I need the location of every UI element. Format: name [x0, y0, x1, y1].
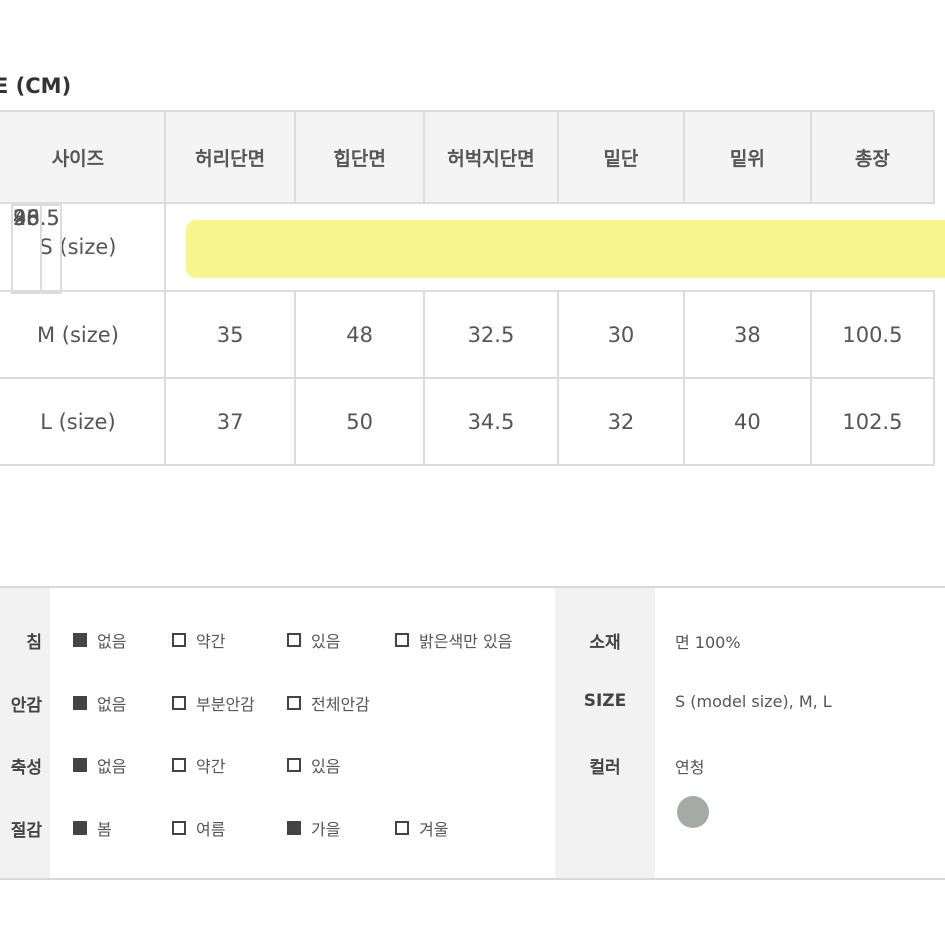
checkbox-empty-icon [287, 633, 301, 647]
row-size-label: M (size) [0, 290, 166, 379]
option-label: 밝은색만 있음 [419, 632, 513, 651]
color-swatch [677, 796, 709, 828]
table-row: M (size) 35 48 32.5 30 38 100.5 [0, 290, 936, 379]
cell-rise: 38 [682, 290, 812, 379]
attr-label: 침 [26, 633, 42, 653]
option: 밝은색만 있음 [395, 628, 512, 652]
checkbox-checked-icon [73, 696, 87, 710]
option-label: 없음 [97, 695, 127, 714]
attribute-options: 없음 약간 있음 밝은색만 있음 없음 부분안감 전체안감 없음 약간 있음 봄… [50, 588, 555, 878]
color-label: 컬러 [589, 758, 621, 778]
color-value: 연청 [675, 758, 705, 777]
cell-hip: 48 [294, 290, 425, 379]
option-label: 전체안감 [311, 695, 370, 714]
attr-label: 축성 [10, 758, 42, 778]
option-label: 없음 [97, 632, 127, 651]
option: 전체안감 [287, 691, 370, 715]
checkbox-empty-icon [172, 758, 186, 772]
material-label: 소재 [589, 633, 621, 653]
product-info-label-column: 소재 SIZE 컬러 [555, 588, 655, 878]
cell-waist: 37 [163, 377, 297, 466]
checkbox-checked-icon [73, 633, 87, 647]
option-label: 여름 [196, 820, 226, 839]
table-row: S (size) 33 46 30.5 28 36 98.5 [0, 202, 934, 294]
table-row: L (size) 37 50 34.5 32 40 102.5 [0, 377, 936, 466]
attribute-label-column: 침 안감 축성 절감 [0, 588, 50, 878]
cell-hip: 50 [294, 377, 425, 466]
option: 약간 [172, 628, 225, 652]
option: 약간 [172, 753, 225, 777]
option-label: 약간 [196, 757, 226, 776]
option: 봄 [73, 816, 112, 840]
cell-waist: 35 [163, 290, 297, 379]
option: 없음 [73, 628, 126, 652]
option: 여름 [172, 816, 225, 840]
header-waist: 허리단면 [163, 110, 297, 204]
header-thigh: 허벅지단면 [422, 110, 559, 204]
size-table: 사이즈 허리단면 힙단면 허벅지단면 밑단 밑위 총장 S (size) 33 … [0, 110, 936, 466]
product-info-value-column: 면 100% S (model size), M, L 연청 [655, 588, 945, 878]
header-size: 사이즈 [0, 110, 166, 204]
checkbox-empty-icon [287, 758, 301, 772]
cell-length: 100.5 [809, 290, 936, 379]
size-table-header-row: 사이즈 허리단면 힙단면 허벅지단면 밑단 밑위 총장 [0, 110, 936, 204]
cell-rise: 40 [682, 377, 812, 466]
option: 겨울 [395, 816, 448, 840]
header-length: 총장 [809, 110, 936, 204]
cell-thigh: 32.5 [422, 290, 559, 379]
cell-hem: 30 [556, 290, 685, 379]
option: 부분안감 [172, 691, 255, 715]
product-attributes-panel: 침 안감 축성 절감 없음 약간 있음 밝은색만 있음 없음 부분안감 전체안감… [0, 586, 945, 880]
row-size-label: L (size) [0, 377, 166, 466]
attr-label: 절감 [10, 821, 42, 841]
header-hem: 밑단 [556, 110, 685, 204]
option-label: 부분안감 [196, 695, 255, 714]
checkbox-empty-icon [395, 633, 409, 647]
option: 없음 [73, 753, 126, 777]
size-label: SIZE [583, 691, 627, 711]
checkbox-empty-icon [172, 633, 186, 647]
option: 있음 [287, 628, 340, 652]
option: 있음 [287, 753, 340, 777]
option-label: 가을 [311, 820, 341, 839]
attr-label: 안감 [10, 696, 42, 716]
cell-length: 98.5 [11, 204, 62, 294]
header-rise: 밑위 [682, 110, 812, 204]
option: 가을 [287, 816, 340, 840]
option-label: 약간 [196, 632, 226, 651]
checkbox-empty-icon [172, 821, 186, 835]
cell-thigh: 34.5 [422, 377, 559, 466]
header-hip: 힙단면 [294, 110, 425, 204]
checkbox-empty-icon [287, 696, 301, 710]
option-label: 봄 [97, 820, 112, 839]
checkbox-empty-icon [172, 696, 186, 710]
size-chart-title: E (CM) [0, 74, 72, 98]
checkbox-checked-icon [73, 821, 87, 835]
option-label: 있음 [311, 757, 341, 776]
option-label: 있음 [311, 632, 341, 651]
size-value: S (model size), M, L [675, 692, 832, 711]
cell-hem: 32 [556, 377, 685, 466]
option-label: 겨울 [419, 820, 449, 839]
material-value: 면 100% [675, 633, 741, 652]
checkbox-checked-icon [73, 758, 87, 772]
option: 없음 [73, 691, 126, 715]
option-label: 없음 [97, 757, 127, 776]
checkbox-empty-icon [395, 821, 409, 835]
checkbox-checked-icon [287, 821, 301, 835]
cell-length: 102.5 [809, 377, 936, 466]
